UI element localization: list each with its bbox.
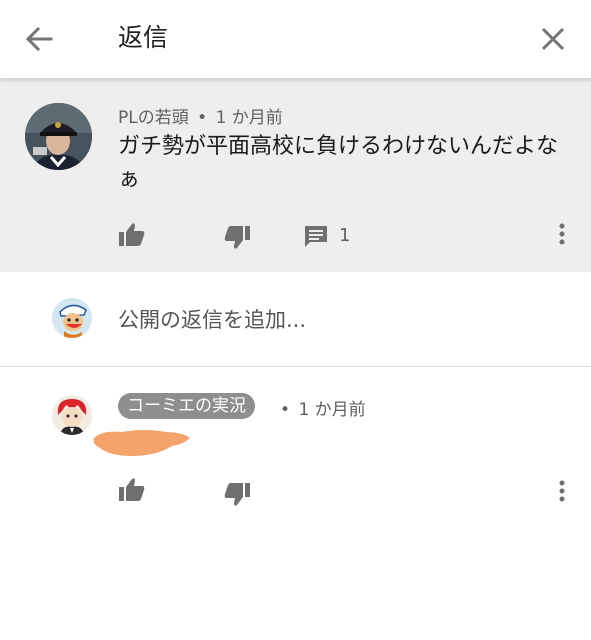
thumbs-up-icon <box>119 223 145 246</box>
back-button[interactable] <box>22 22 56 56</box>
meta-separator: • <box>197 108 208 128</box>
anime-avatar-image <box>52 395 92 435</box>
page-title: 返信 <box>118 23 169 52</box>
reply-meta: • 1 か月前 <box>280 395 366 420</box>
more-vertical-icon <box>559 480 565 502</box>
reply-avatar[interactable] <box>52 395 92 435</box>
replies-button[interactable]: 1 <box>303 224 363 250</box>
reply-timestamp[interactable]: 1 か月前 <box>298 400 365 420</box>
reply-more-options-button[interactable] <box>552 479 572 505</box>
comment-icon <box>305 226 327 247</box>
arrow-left-icon <box>25 26 53 52</box>
officer-avatar-image <box>25 103 92 170</box>
thumbs-down-icon <box>224 483 250 506</box>
avatar[interactable] <box>25 103 92 170</box>
dislike-button[interactable] <box>223 224 251 250</box>
comment-text: ガチ勢が平面高校に負けるわけないんだよなぁ <box>118 134 559 192</box>
thumbs-down-icon <box>224 226 250 249</box>
app-header: 返信 <box>0 0 591 79</box>
reply-like-button[interactable] <box>118 477 146 503</box>
close-button[interactable] <box>536 22 570 56</box>
reply-comment: コーミエの実況 • 1 か月前 <box>0 367 591 640</box>
reply-dislike-button[interactable] <box>223 481 251 507</box>
mascot-avatar-image <box>52 298 92 338</box>
redacted-reply-text <box>92 426 192 460</box>
reply-count: 1 <box>339 225 351 246</box>
my-avatar <box>52 298 92 338</box>
parent-comment: PLの若頭 • 1 か月前 ガチ勢が平面高校に負けるわけないんだよなぁ 1 <box>0 79 591 272</box>
like-button[interactable] <box>118 222 146 248</box>
add-reply-row[interactable]: 公開の返信を追加... <box>0 272 591 367</box>
author-chip[interactable]: コーミエの実況 <box>118 393 255 419</box>
comment-timestamp[interactable]: 1 か月前 <box>216 108 283 128</box>
comment-author[interactable]: PLの若頭 <box>118 108 189 128</box>
comment-meta: PLの若頭 • 1 か月前 <box>118 103 283 128</box>
meta-separator: • <box>280 400 291 420</box>
more-options-button[interactable] <box>552 222 572 248</box>
add-reply-input[interactable]: 公開の返信を追加... <box>118 304 306 334</box>
redaction-scribble <box>93 430 190 456</box>
more-vertical-icon <box>559 223 565 245</box>
thumbs-up-icon <box>119 478 145 501</box>
close-icon <box>541 27 565 51</box>
